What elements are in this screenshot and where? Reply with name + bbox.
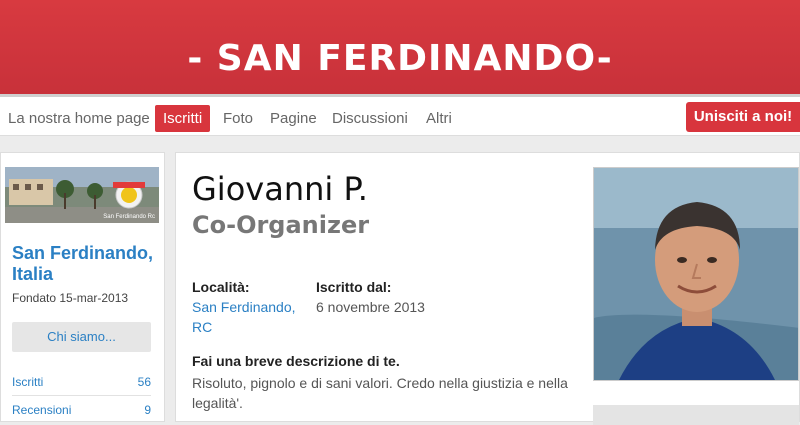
logo-caption: San Ferdinando Rc [103,214,155,220]
top-nav: La nostra home page Iscritti Foto Pagine… [0,94,800,136]
description-answer: Risoluto, pignolo e di sani valori. Cred… [192,375,568,411]
nav-iscritti[interactable]: Iscritti [155,105,211,132]
member-name: Giovanni P. [192,170,368,208]
nav-altri[interactable]: Altri [418,105,460,132]
stat-reviews[interactable]: Recensioni 9 [12,403,151,417]
banner-title: - SAN FERDINANDO- [187,38,613,79]
nav-discussioni[interactable]: Discussioni [324,105,416,132]
stat-members[interactable]: Iscritti 56 [12,375,151,389]
nav-foto[interactable]: Foto [215,105,261,132]
group-photo[interactable]: San Ferdinando Rc [5,167,159,223]
group-sidebar: San Ferdinando Rc San Ferdinando, Italia… [0,152,165,422]
nav-pagine[interactable]: Pagine [262,105,325,132]
group-name[interactable]: San Ferdinando, Italia [12,243,162,285]
founded-date: Fondato 15-mar-2013 [12,291,129,305]
member-role: Co-Organizer [192,211,370,239]
group-banner: - SAN FERDINANDO- [0,0,800,94]
joined-label: Iscritto dal: [316,279,392,295]
stat-count: 9 [144,403,151,417]
stat-label: Iscritti [12,375,44,389]
join-button[interactable]: Unisciti a noi! [686,102,800,132]
nav-home[interactable]: La nostra home page [0,105,158,132]
member-portrait-image [594,168,798,380]
location-label: Località: [192,279,250,295]
joined-value: 6 novembre 2013 [316,299,425,315]
stat-label: Recensioni [12,403,72,417]
stat-count: 56 [137,375,151,389]
member-profile: Giovanni P. Co-Organizer Località: San F… [175,152,800,425]
stat-divider [12,395,151,396]
member-photo[interactable] [593,167,799,381]
location-value[interactable]: San Ferdinando, RC [192,297,304,337]
photo-footer [593,405,799,425]
about-button[interactable]: Chi siamo... [12,322,151,352]
description-question: Fai una breve descrizione di te. [192,353,400,369]
